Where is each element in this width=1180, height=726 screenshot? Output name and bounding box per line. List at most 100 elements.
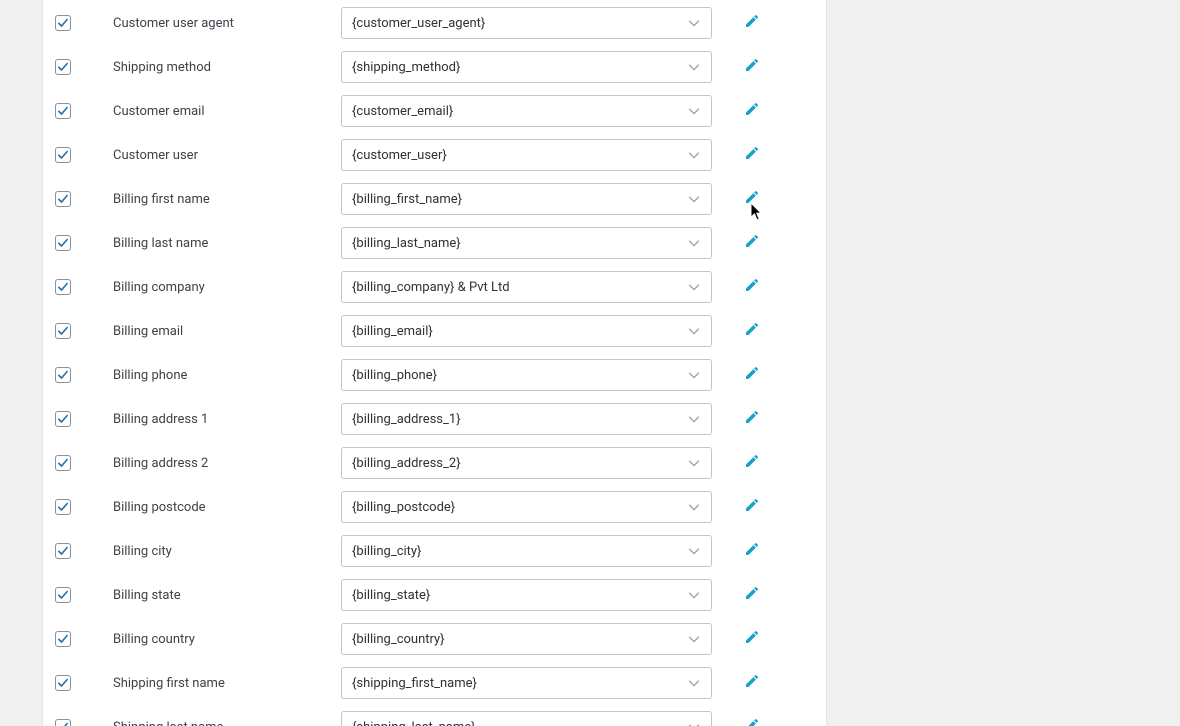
edit-cell xyxy=(712,100,792,122)
field-value-select[interactable]: {customer_email} xyxy=(341,95,712,127)
edit-cell xyxy=(712,584,792,606)
pencil-icon xyxy=(744,673,760,693)
field-value-select[interactable]: {customer_user_agent} xyxy=(341,7,712,39)
field-value-select[interactable]: {billing_postcode} xyxy=(341,491,712,523)
field-value-select[interactable]: {billing_city} xyxy=(341,535,712,567)
select-cell: {billing_first_name} xyxy=(341,183,712,215)
field-value-select[interactable]: {billing_last_name} xyxy=(341,227,712,259)
edit-button[interactable] xyxy=(741,452,763,474)
field-value-select[interactable]: {shipping_last_name} xyxy=(341,711,712,726)
edit-button[interactable] xyxy=(741,408,763,430)
pencil-icon xyxy=(744,629,760,649)
enable-field-checkbox[interactable] xyxy=(55,103,71,119)
select-cell: {customer_user} xyxy=(341,139,712,171)
chevron-down-icon xyxy=(685,190,703,208)
chevron-down-icon xyxy=(685,498,703,516)
field-row: Customer email{customer_email} xyxy=(43,89,826,133)
enable-field-checkbox[interactable] xyxy=(55,631,71,647)
field-row: Billing state{billing_state} xyxy=(43,573,826,617)
enable-field-checkbox[interactable] xyxy=(55,367,71,383)
field-row: Billing address 1{billing_address_1} xyxy=(43,397,826,441)
enable-field-checkbox[interactable] xyxy=(55,587,71,603)
edit-cell xyxy=(712,716,792,726)
enable-field-checkbox[interactable] xyxy=(55,455,71,471)
checkbox-cell xyxy=(43,191,113,207)
field-label: Billing email xyxy=(113,324,341,339)
edit-cell xyxy=(712,188,792,210)
select-cell: {shipping_last_name} xyxy=(341,711,712,726)
edit-button[interactable] xyxy=(741,320,763,342)
checkbox-cell xyxy=(43,411,113,427)
field-row: Shipping first name{shipping_first_name} xyxy=(43,661,826,705)
field-value-select[interactable]: {billing_state} xyxy=(341,579,712,611)
field-value-select[interactable]: {shipping_first_name} xyxy=(341,667,712,699)
field-value-text: {shipping_first_name} xyxy=(352,676,477,691)
edit-button[interactable] xyxy=(741,716,763,726)
enable-field-checkbox[interactable] xyxy=(55,499,71,515)
chevron-down-icon xyxy=(685,454,703,472)
field-value-select[interactable]: {shipping_method} xyxy=(341,51,712,83)
field-label: Billing phone xyxy=(113,368,341,383)
field-row: Customer user agent{customer_user_agent} xyxy=(43,1,826,45)
edit-button[interactable] xyxy=(741,144,763,166)
enable-field-checkbox[interactable] xyxy=(55,279,71,295)
field-value-select[interactable]: {billing_address_1} xyxy=(341,403,712,435)
edit-button[interactable] xyxy=(741,56,763,78)
field-value-select[interactable]: {billing_phone} xyxy=(341,359,712,391)
edit-button[interactable] xyxy=(741,540,763,562)
select-cell: {billing_country} xyxy=(341,623,712,655)
field-value-text: {billing_country} xyxy=(352,632,445,647)
field-value-select[interactable]: {billing_email} xyxy=(341,315,712,347)
pencil-icon xyxy=(744,101,760,121)
select-cell: {billing_state} xyxy=(341,579,712,611)
chevron-down-icon xyxy=(685,542,703,560)
field-value-select[interactable]: {billing_first_name} xyxy=(341,183,712,215)
enable-field-checkbox[interactable] xyxy=(55,147,71,163)
edit-cell xyxy=(712,408,792,430)
enable-field-checkbox[interactable] xyxy=(55,411,71,427)
edit-button[interactable] xyxy=(741,232,763,254)
enable-field-checkbox[interactable] xyxy=(55,323,71,339)
enable-field-checkbox[interactable] xyxy=(55,675,71,691)
enable-field-checkbox[interactable] xyxy=(55,719,71,726)
edit-button[interactable] xyxy=(741,12,763,34)
select-cell: {billing_address_2} xyxy=(341,447,712,479)
edit-button[interactable] xyxy=(741,584,763,606)
field-label: Customer user agent xyxy=(113,16,341,31)
checkbox-cell xyxy=(43,323,113,339)
select-cell: {billing_postcode} xyxy=(341,491,712,523)
enable-field-checkbox[interactable] xyxy=(55,235,71,251)
edit-button[interactable] xyxy=(741,276,763,298)
field-value-select[interactable]: {billing_company} & Pvt Ltd xyxy=(341,271,712,303)
select-cell: {shipping_method} xyxy=(341,51,712,83)
checkbox-cell xyxy=(43,455,113,471)
field-row: Billing email {billing_email} xyxy=(43,309,826,353)
pencil-icon xyxy=(744,497,760,517)
enable-field-checkbox[interactable] xyxy=(55,15,71,31)
edit-cell xyxy=(712,496,792,518)
field-value-select[interactable]: {billing_address_2} xyxy=(341,447,712,479)
field-value-text: {billing_phone} xyxy=(352,368,437,383)
edit-cell xyxy=(712,364,792,386)
field-value-text: {shipping_last_name} xyxy=(352,720,476,726)
field-label: Billing company xyxy=(113,280,341,295)
edit-button[interactable] xyxy=(741,496,763,518)
field-value-text: {billing_company} & Pvt Ltd xyxy=(352,280,510,295)
checkbox-cell xyxy=(43,367,113,383)
enable-field-checkbox[interactable] xyxy=(55,59,71,75)
pencil-icon xyxy=(744,145,760,165)
edit-button[interactable] xyxy=(741,188,763,210)
field-value-text: {billing_email} xyxy=(352,324,433,339)
edit-button[interactable] xyxy=(741,100,763,122)
enable-field-checkbox[interactable] xyxy=(55,543,71,559)
chevron-down-icon xyxy=(685,234,703,252)
field-label: Billing address 1 xyxy=(113,412,341,427)
edit-button[interactable] xyxy=(741,364,763,386)
field-row: Billing first name{billing_first_name} xyxy=(43,177,826,221)
enable-field-checkbox[interactable] xyxy=(55,191,71,207)
field-value-select[interactable]: {billing_country} xyxy=(341,623,712,655)
field-value-select[interactable]: {customer_user} xyxy=(341,139,712,171)
edit-button[interactable] xyxy=(741,672,763,694)
edit-button[interactable] xyxy=(741,628,763,650)
fields-panel: Customer user agent{customer_user_agent}… xyxy=(42,0,827,726)
